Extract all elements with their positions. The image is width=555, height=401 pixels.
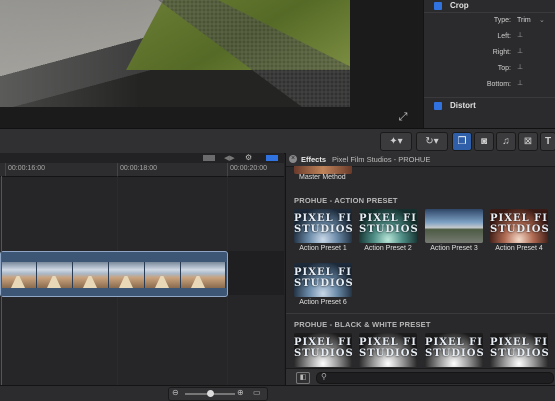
audio-skimming-icon[interactable]	[203, 155, 215, 161]
effects-browser-icon[interactable]: ❐	[452, 132, 472, 151]
effects-browser: × Effects Pixel Film Studios - PROHUE Ma…	[285, 153, 555, 385]
zoom-out-icon[interactable]: ⊖	[172, 388, 179, 397]
bw-preset-1[interactable]: PIXEL FILM STUDIOS	[294, 333, 352, 367]
inspector-panel: Crop Type: Trim ⌄ Left: ⊥ Right: ⊥ Top: …	[423, 0, 555, 128]
toolbar: ✦▾ ↻▾ ❐ ◙ ♫ ⊠ T	[0, 128, 555, 154]
viewer: ⤢	[0, 0, 423, 128]
bottom-label: Bottom:	[486, 81, 511, 88]
preset-thumbnail: PIXEL FILM STUDIOS	[294, 209, 352, 243]
effects-category[interactable]: Pixel Film Studios - PROHUE	[332, 155, 430, 164]
top-slider[interactable]: ⊥	[517, 64, 523, 71]
fullscreen-icon[interactable]: ⤢	[396, 111, 410, 123]
action-preset-4[interactable]: PIXEL FILM STUDIOS Action Preset 4	[490, 209, 548, 252]
preset-thumbnail	[425, 209, 483, 243]
type-select[interactable]: Trim	[517, 17, 531, 24]
section-bw-preset: PROHUE - BLACK & WHITE PRESET	[294, 320, 431, 329]
photo-icon[interactable]: ◙	[474, 132, 494, 151]
preset-label: Action Preset 4	[495, 245, 543, 252]
effects-title: Effects	[301, 155, 327, 164]
video-frame	[0, 0, 350, 107]
action-preset-1[interactable]: PIXEL FILM STUDIOS Action Preset 1	[294, 209, 352, 252]
left-label: Left:	[497, 33, 511, 40]
timecode-label: 00:00:20:00	[230, 165, 267, 172]
snapping-icon[interactable]: ⚙	[245, 153, 252, 162]
zoom-in-icon[interactable]: ⊕	[237, 388, 244, 397]
search-input[interactable]: ⚲	[316, 372, 554, 384]
bottom-slider[interactable]: ⊥	[517, 80, 523, 87]
right-slider[interactable]: ⊥	[517, 48, 523, 55]
preset-thumbnail: PIXEL FILM STUDIOS	[294, 263, 352, 297]
chevron-down-icon[interactable]: ⌄	[539, 16, 545, 24]
bw-preset-2[interactable]: PIXEL FILM STUDIOS	[359, 333, 417, 367]
preset-thumbnail: PIXEL FILM STUDIOS	[490, 333, 548, 367]
action-preset-6[interactable]: PIXEL FILM STUDIOS Action Preset 6	[294, 263, 352, 306]
effects-footer: ◧ ⚲	[286, 368, 555, 385]
titles-icon[interactable]: T	[540, 132, 555, 151]
type-label: Type:	[493, 17, 511, 24]
master-method-thumbnail[interactable]	[294, 166, 352, 174]
preset-label: Action Preset 1	[299, 245, 347, 252]
master-method-label: Master Method	[299, 174, 346, 181]
retime-icon[interactable]: ↻▾	[416, 132, 448, 151]
section-action-preset: PROHUE - ACTION PRESET	[294, 196, 398, 205]
preset-label: Action Preset 6	[299, 299, 347, 306]
sidebar-toggle-icon[interactable]: ◧	[296, 372, 310, 384]
clip-appearance-icon[interactable]: ▭	[253, 388, 261, 397]
crop-enable-checkbox[interactable]	[434, 2, 442, 10]
playhead[interactable]	[1, 176, 2, 385]
bw-preset-3[interactable]: PIXEL FILM STUDIOS	[425, 333, 483, 367]
action-preset-2[interactable]: PIXEL FILM STUDIOS Action Preset 2	[359, 209, 417, 252]
video-clip[interactable]	[0, 251, 228, 297]
distort-title: Distort	[450, 101, 476, 110]
preset-thumbnail: PIXEL FILM STUDIOS	[425, 333, 483, 367]
close-icon[interactable]: ×	[289, 155, 297, 163]
preset-label: Action Preset 2	[364, 245, 412, 252]
effects-header: × Effects Pixel Film Studios - PROHUE	[286, 153, 555, 167]
zoom-control[interactable]: ⊖ ⊕ ▭	[168, 387, 268, 401]
preset-thumbnail: PIXEL FILM STUDIOS	[359, 209, 417, 243]
preset-thumbnail: PIXEL FILM STUDIOS	[359, 333, 417, 367]
bw-preset-4[interactable]: PIXEL FILM STUDIOS	[490, 333, 548, 367]
action-preset-3[interactable]: Action Preset 3	[425, 209, 483, 252]
timecode-label: 00:00:18:00	[120, 165, 157, 172]
search-icon: ⚲	[321, 372, 327, 381]
zoom-slider-knob[interactable]	[207, 390, 214, 397]
status-bar: ⊖ ⊕ ▭	[0, 385, 555, 401]
skimming-icon[interactable]	[266, 155, 278, 161]
magic-wand-icon[interactable]: ✦▾	[380, 132, 412, 151]
distort-enable-checkbox[interactable]	[434, 102, 442, 110]
left-slider[interactable]: ⊥	[517, 32, 523, 39]
timecode-label: 00:00:16:00	[8, 165, 45, 172]
timeline[interactable]: ◀▶ ⚙ 00:00:16:00 00:00:18:00 00:00:20:00	[0, 153, 284, 385]
timeline-ruler[interactable]: 00:00:16:00 00:00:18:00 00:00:20:00	[0, 163, 284, 177]
preset-label: Action Preset 3	[430, 245, 478, 252]
crop-title: Crop	[450, 1, 469, 10]
top-label: Top:	[497, 65, 511, 72]
transitions-icon[interactable]: ⊠	[518, 132, 538, 151]
preset-thumbnail: PIXEL FILM STUDIOS	[294, 333, 352, 367]
right-label: Right:	[492, 49, 511, 56]
music-icon[interactable]: ♫	[496, 132, 516, 151]
solo-icon[interactable]: ◀▶	[224, 154, 235, 162]
preset-thumbnail: PIXEL FILM STUDIOS	[490, 209, 548, 243]
